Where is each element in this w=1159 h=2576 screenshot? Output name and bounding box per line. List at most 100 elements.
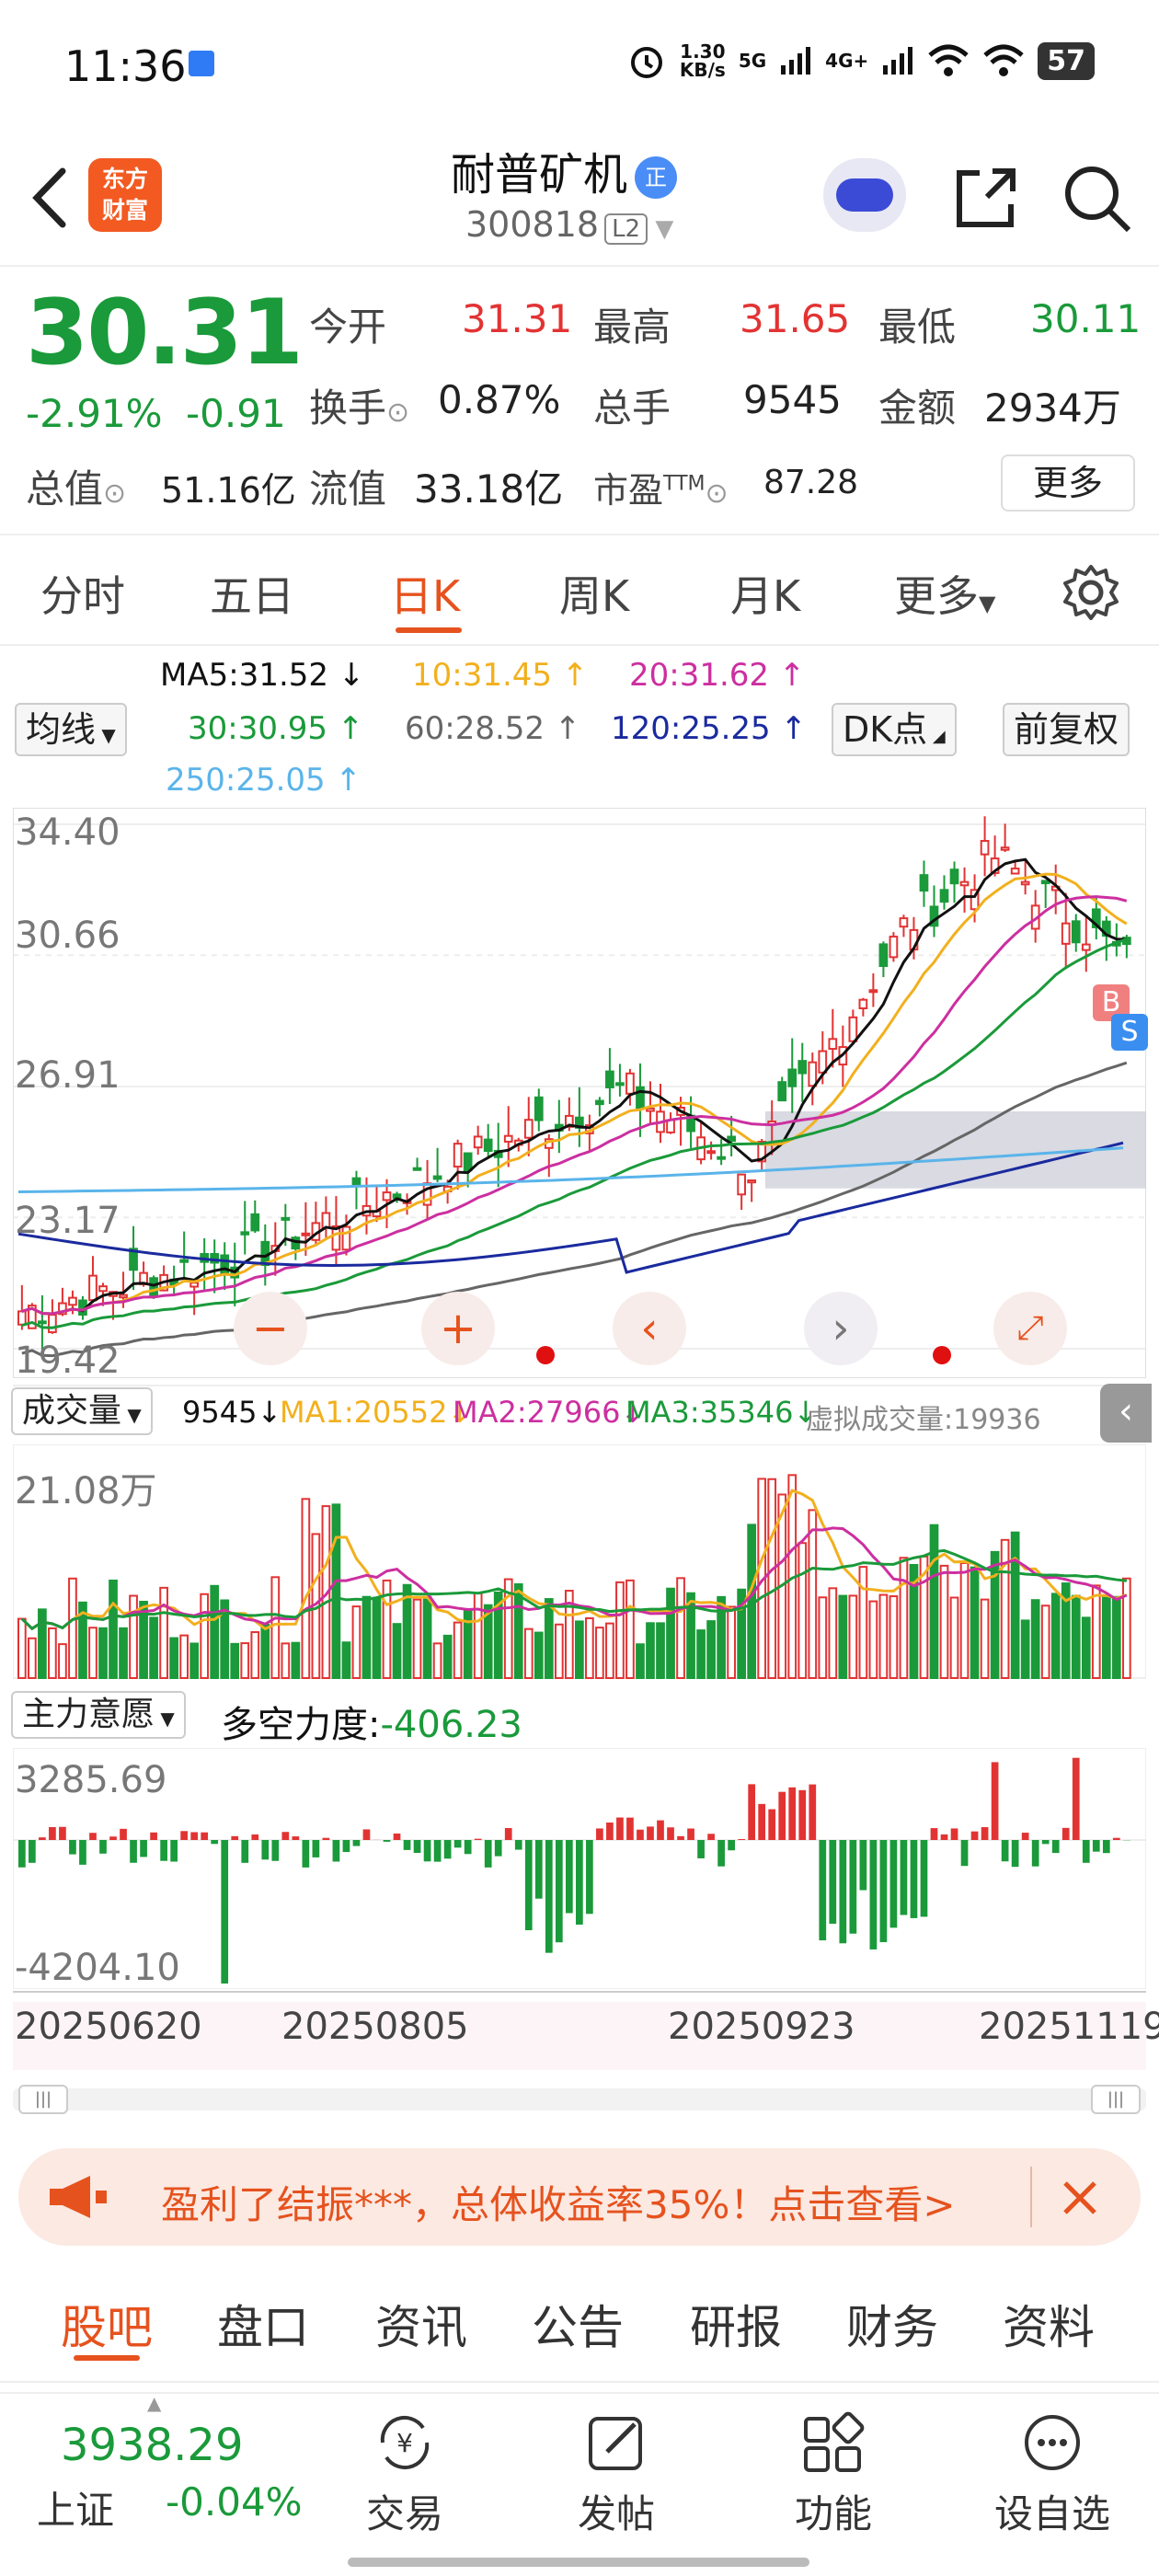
volume-bar (858, 1566, 868, 1679)
volume-selector[interactable]: 成交量 ▼ (11, 1387, 153, 1435)
range-slider[interactable] (13, 2088, 1146, 2110)
candle-body (828, 1038, 838, 1051)
nav-trade[interactable]: ¥ 交易 (340, 2406, 469, 2539)
tab-profile[interactable]: 资料 (1003, 2291, 1095, 2357)
scroll-right-button[interactable]: › (804, 1292, 878, 1365)
stock-name: 耐普矿机正 (451, 138, 678, 202)
flow-bar (626, 1817, 634, 1840)
open-value: 31.31 (462, 296, 573, 341)
tab-forum[interactable]: 股吧 (61, 2291, 153, 2357)
sell-marker[interactable]: S (1111, 1014, 1148, 1051)
more-button[interactable]: 更多 (1001, 454, 1135, 512)
dk-point-button[interactable]: DK点 ◢ (832, 703, 957, 756)
ma30-value: 30:30.95 ↑ (188, 710, 364, 747)
candle-body (980, 840, 990, 856)
price-axis-label-1: 30.66 (15, 914, 120, 957)
volume-bar (636, 1643, 645, 1679)
more-dots-icon (1025, 2415, 1080, 2470)
volume-bar (878, 1593, 889, 1679)
flow-bar (859, 1840, 867, 1891)
tab-order-book[interactable]: 盘口 (217, 2291, 309, 2357)
volume-bar (200, 1593, 210, 1679)
promo-banner[interactable]: 盈利了结振***，总体收益率35%！点击查看> (18, 2148, 1141, 2246)
flow-bar (657, 1820, 664, 1840)
wifi-icon-2 (983, 44, 1024, 76)
info-icon[interactable]: ⊙ (386, 397, 409, 429)
kline-chart[interactable] (13, 808, 1146, 1378)
candle-body (868, 989, 878, 994)
candle-body (17, 1310, 27, 1326)
edit-icon (589, 2417, 642, 2470)
tab-daily-k[interactable]: 日K (390, 563, 460, 624)
ma-selector[interactable]: 均线 ▼ (15, 703, 127, 756)
adjust-button[interactable]: 前复权 (1003, 703, 1130, 756)
flow-bar (423, 1840, 431, 1862)
search-icon[interactable] (1062, 164, 1132, 234)
tab-finance[interactable]: 财务 (846, 2291, 938, 2357)
share-icon[interactable] (952, 164, 1020, 232)
gear-icon[interactable] (1061, 563, 1120, 622)
tab-news[interactable]: 资讯 (375, 2291, 467, 2357)
flow-selector[interactable]: 主力意愿 ▼ (11, 1691, 186, 1739)
dropdown-caret-icon: ▼ (96, 724, 116, 746)
flow-bar (312, 1840, 320, 1857)
stock-code[interactable]: 300818 L2 ▼ (465, 204, 673, 245)
collapse-panel-button[interactable]: ‹ (1100, 1384, 1152, 1443)
promo-text: 盈利了结振***，总体收益率35%！点击查看> (161, 2182, 956, 2227)
candle-body (798, 1060, 808, 1075)
tab-announcements[interactable]: 公告 (532, 2291, 624, 2357)
flow-bar (180, 1831, 189, 1840)
index-name[interactable]: 上证 (37, 2479, 114, 2536)
nav-post[interactable]: 发帖 (552, 2406, 681, 2539)
info-icon[interactable]: ⊙ (103, 477, 126, 510)
candle-body (889, 936, 899, 959)
tab-monthly-k[interactable]: 月K (730, 563, 800, 624)
zoom-in-button[interactable]: + (421, 1292, 495, 1365)
tab-intraday[interactable]: 分时 (40, 563, 125, 624)
price-axis-label-2: 26.91 (15, 1054, 120, 1097)
volume-bar (250, 1631, 260, 1680)
signal-icon (781, 47, 811, 75)
range-handle-left[interactable]: ||| (18, 2085, 68, 2114)
fullscreen-button[interactable]: ⤢ (993, 1292, 1067, 1365)
flow-bar (453, 1840, 462, 1848)
zoom-out-button[interactable]: − (234, 1292, 307, 1365)
volume-bar (331, 1503, 341, 1679)
info-icon[interactable]: ⊙ (706, 477, 729, 510)
open-label: 今开 (309, 305, 387, 350)
flow-bar (443, 1840, 452, 1859)
volume-bar (372, 1596, 382, 1680)
candle-body (432, 1175, 442, 1180)
app-logo[interactable]: 东方 财富 (88, 158, 162, 232)
candle-body (1071, 920, 1081, 944)
ma5-value: MA5:31.52 ↓ (160, 657, 365, 694)
flow-bar (930, 1828, 938, 1840)
tab-weekly-k[interactable]: 周K (559, 563, 629, 624)
ma10-value: 10:31.45 ↑ (412, 657, 589, 694)
flow-bar (342, 1840, 350, 1853)
volume-bar (575, 1620, 584, 1679)
tab-more[interactable]: 更多▼ (894, 563, 995, 624)
flow-bar (910, 1840, 918, 1918)
home-indicator[interactable] (348, 2558, 809, 2567)
nav-function[interactable]: 功能 (769, 2406, 898, 2539)
flow-label: 多空力度:-406.23 (221, 1704, 522, 1746)
flow-bar (1031, 1840, 1039, 1867)
ma120-value: 120:25.25 ↑ (611, 710, 807, 747)
banner-divider (1030, 2167, 1032, 2227)
index-value[interactable]: 3938.29 (61, 2420, 244, 2471)
tab-five-day[interactable]: 五日 (210, 563, 294, 624)
range-handle-right[interactable]: ||| (1091, 2085, 1141, 2114)
candle-body (301, 1232, 311, 1236)
ai-assistant-avatar[interactable] (823, 158, 906, 232)
close-icon[interactable] (1060, 2178, 1100, 2218)
flow-bar (1001, 1840, 1009, 1862)
scroll-left-button[interactable]: ‹ (613, 1292, 686, 1365)
nav-watchlist[interactable]: 设自选 (988, 2406, 1117, 2539)
back-button[interactable] (26, 164, 72, 243)
volume-bar (68, 1577, 77, 1679)
candle-body (250, 1213, 260, 1232)
tab-research[interactable]: 研报 (690, 2291, 782, 2357)
volume-bar (442, 1634, 453, 1679)
flow-bar (565, 1840, 573, 1914)
